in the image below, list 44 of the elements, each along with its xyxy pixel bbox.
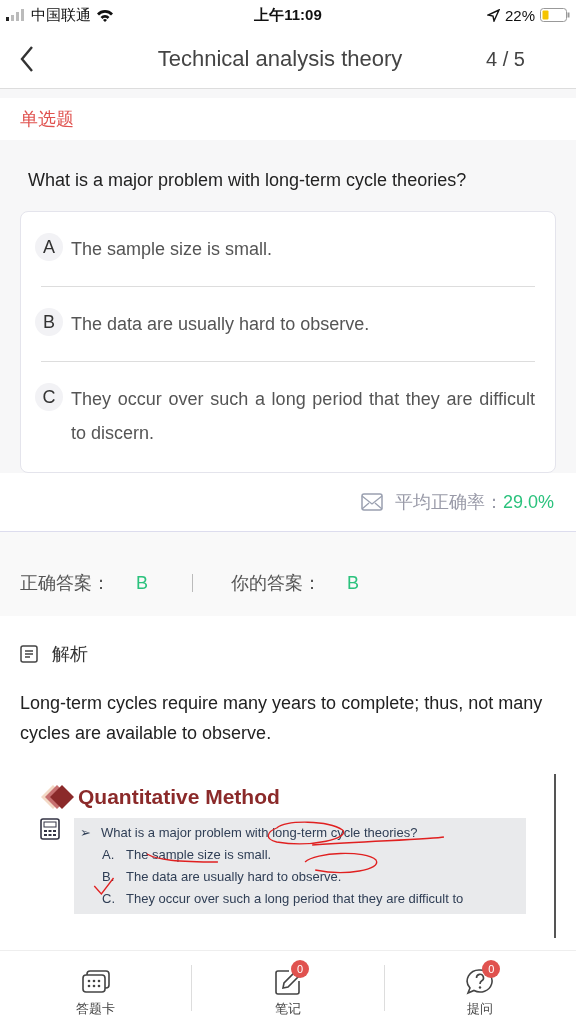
slide-option-letter: A. (102, 846, 116, 864)
battery-icon (540, 8, 570, 22)
slide-option-text: The sample size is small. (126, 846, 272, 864)
option-text[interactable]: The data are usually hard to observe. (71, 307, 370, 341)
diamond-logo-icon (40, 784, 76, 810)
document-icon (20, 645, 38, 663)
wifi-icon (96, 8, 114, 22)
your-answer-label: 你的答案： (231, 572, 321, 595)
count-badge: 0 (482, 960, 501, 978)
slide-option-text: The data are usually hard to observe. (126, 868, 342, 886)
status-time: 上午11:09 (254, 5, 322, 25)
location-icon (486, 8, 500, 22)
option-text[interactable]: The sample size is small. (71, 232, 273, 266)
tab-bar-item[interactable]: 0 提问 (384, 958, 576, 1018)
option-letter[interactable]: C (35, 383, 63, 411)
carrier-name: 中国联通 (31, 5, 91, 25)
accuracy-value: 29.0% (502, 491, 554, 513)
accuracy-label: 平均正确率： (394, 491, 503, 514)
signal-icon (6, 9, 26, 21)
correct-answer: B (136, 572, 148, 594)
slide-title: Quantitative Method (78, 785, 280, 809)
arrow-bullet-icon: ➢ (80, 822, 91, 844)
calculator-icon (40, 818, 60, 840)
question-counter: 4 / 5 (486, 47, 526, 71)
answer-card-icon (81, 970, 110, 994)
battery-percent: 22% (504, 6, 535, 24)
question-type: 单选题 (19, 108, 74, 131)
option-letter[interactable]: B (35, 308, 63, 336)
question-text: What is a major problem with long-term cycle theories? (27, 170, 468, 192)
option-text[interactable]: They occur over such a long period that they are difficult to discern. (71, 382, 535, 450)
analysis-title: 解析 (52, 643, 88, 666)
mail-icon (360, 493, 383, 511)
count-badge: 0 (291, 960, 309, 978)
analysis-text: Long-term cycles require many years to complete; thus, not many cycles are available to observe. (19, 692, 544, 745)
back-icon[interactable] (20, 45, 34, 73)
your-answer: B (347, 572, 360, 594)
tab-bar-item[interactable]: 0 笔记 (192, 958, 384, 1018)
option-letter[interactable]: A (35, 233, 63, 261)
slide-option-letter: B. (102, 868, 116, 886)
correct-answer-label: 正确答案： (20, 572, 110, 595)
page-title: Technical analysis theory (156, 46, 404, 72)
slide-option-letter: C. (102, 890, 116, 908)
slide-option-text: They occur over such a long period that they are difficult to (126, 890, 464, 908)
tab-bar-item[interactable]: 答题卡 (0, 958, 192, 1018)
